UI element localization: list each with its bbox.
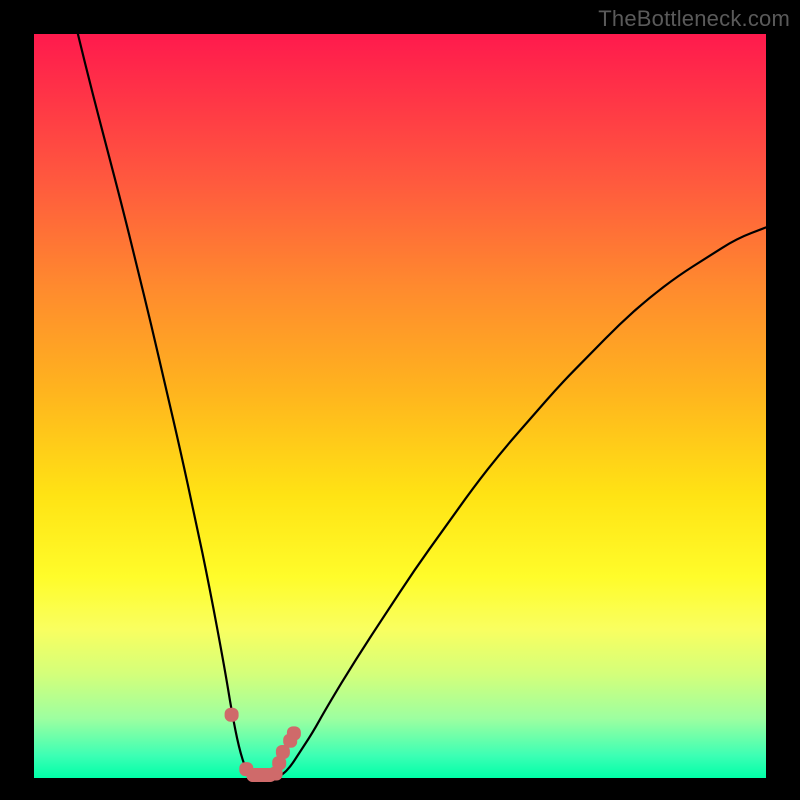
marker-cluster	[225, 708, 301, 782]
marker-dot	[225, 708, 239, 722]
chart-frame: TheBottleneck.com	[0, 0, 800, 800]
marker-dot	[287, 726, 301, 740]
chart-svg	[34, 34, 766, 778]
plot-area	[34, 34, 766, 778]
marker-bar	[246, 768, 277, 782]
watermark-text: TheBottleneck.com	[598, 6, 790, 32]
bottleneck-curve	[78, 34, 766, 778]
